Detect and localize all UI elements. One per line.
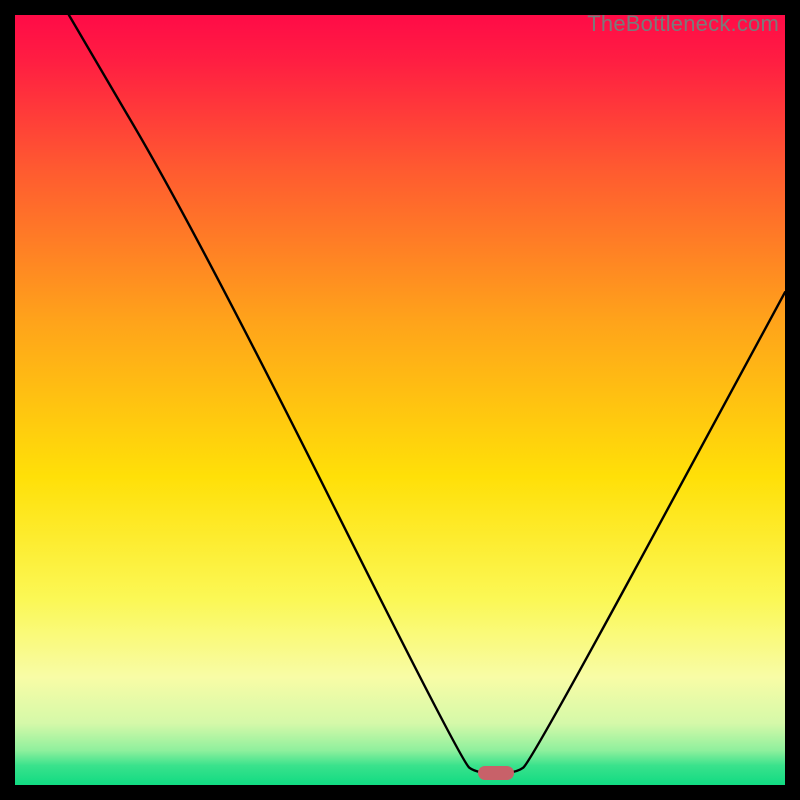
chart-frame: TheBottleneck.com	[15, 15, 785, 785]
plot-svg	[15, 15, 785, 785]
optimal-marker	[478, 766, 514, 780]
gradient-background	[15, 15, 785, 785]
watermark-text: TheBottleneck.com	[587, 11, 779, 37]
